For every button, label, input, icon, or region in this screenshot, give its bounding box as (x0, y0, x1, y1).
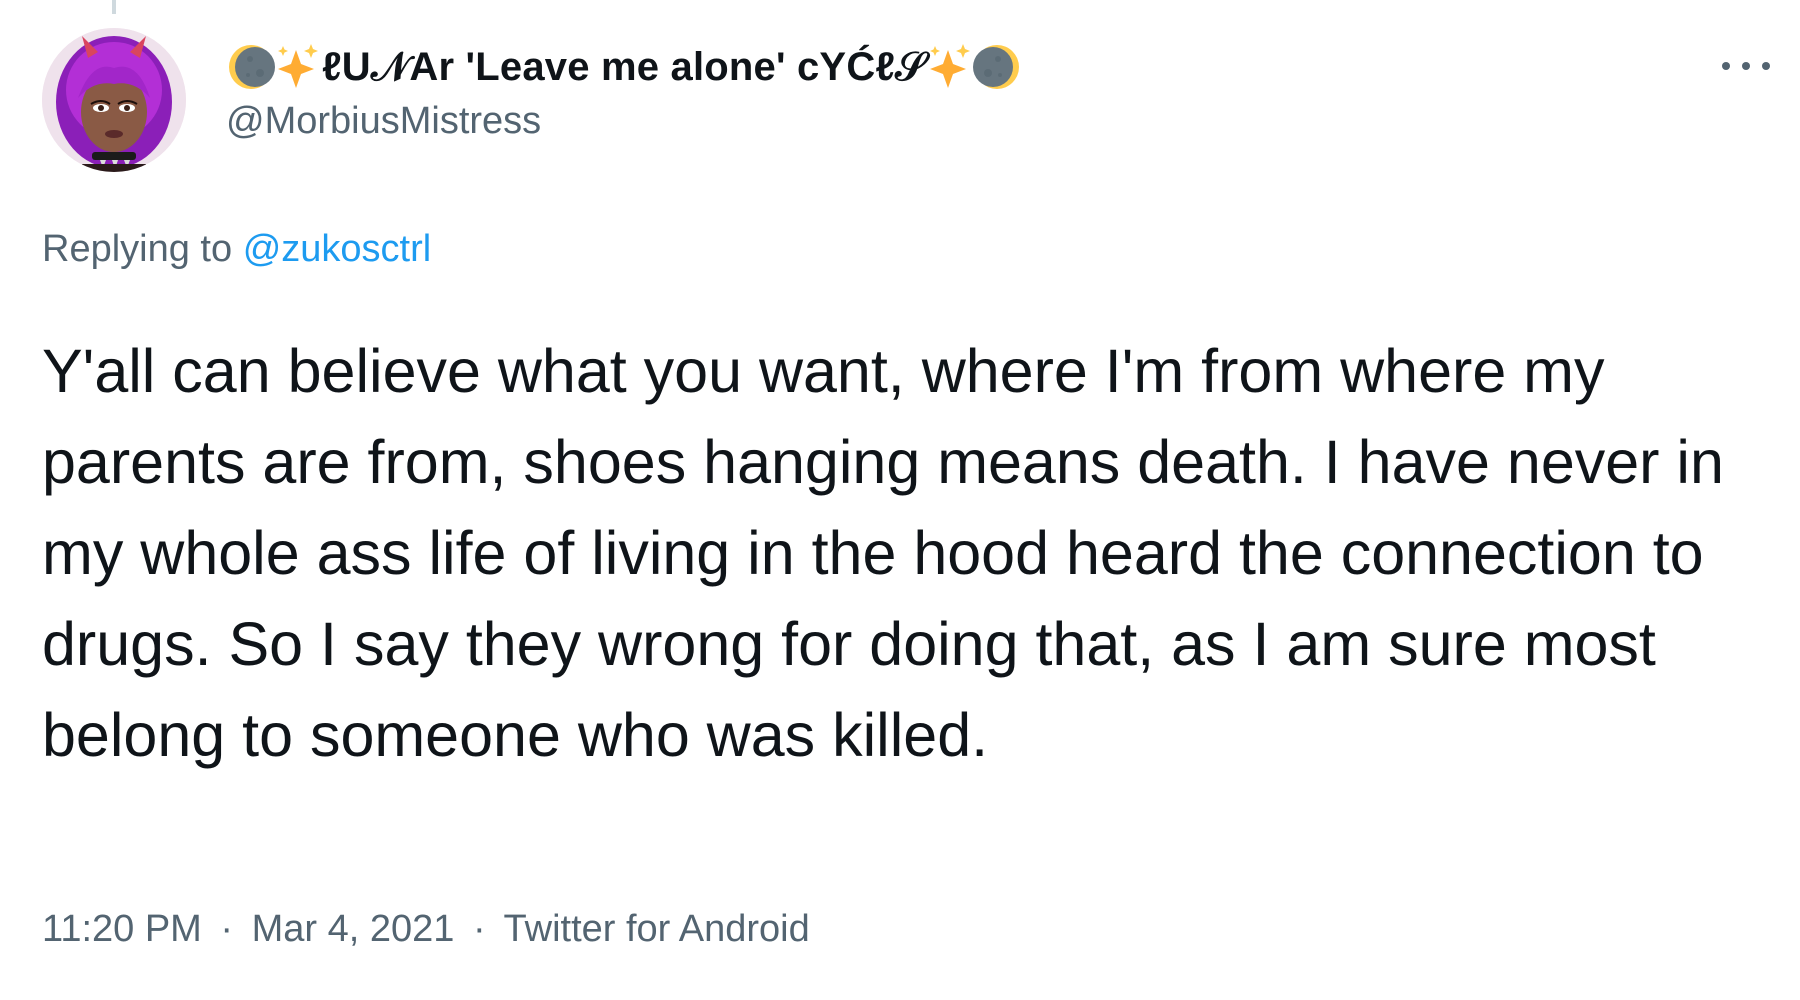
tweet-source[interactable]: Twitter for Android (504, 908, 810, 950)
more-dot (1722, 62, 1730, 70)
tweet-metadata: 11:20 PM · Mar 4, 2021 · Twitter for And… (42, 908, 810, 951)
sparkles-emoji (276, 42, 320, 92)
crescent-moon-emoji (972, 42, 1022, 92)
tweet-date[interactable]: Mar 4, 2021 (252, 908, 455, 950)
more-options-icon[interactable] (1718, 44, 1774, 88)
tweet-text: Y'all can believe what you want, where I… (42, 337, 1724, 769)
crescent-moon-emoji (226, 42, 276, 92)
author-handle[interactable]: @MorbiusMistress (226, 100, 541, 143)
more-dot (1762, 62, 1770, 70)
replying-to: Replying to @zukosctrl (42, 228, 431, 271)
author-display-name[interactable]: ℓU𝒩Ar 'Leave me alone' cYĆℓ𝒮 (320, 45, 928, 90)
replying-to-handle-link[interactable]: @zukosctrl (243, 228, 432, 270)
author-name-row[interactable]: ℓU𝒩Ar 'Leave me alone' cYĆℓ𝒮 (226, 34, 1022, 100)
more-dot (1742, 62, 1750, 70)
tweet-time[interactable]: 11:20 PM (42, 908, 202, 950)
sparkles-emoji (928, 42, 972, 92)
replying-to-label: Replying to (42, 228, 233, 270)
avatar[interactable] (42, 28, 186, 172)
tweet: ℓU𝒩Ar 'Leave me alone' cYĆℓ𝒮 @MorbiusMis… (0, 0, 1800, 1000)
separator: · (472, 908, 486, 950)
separator: · (220, 908, 234, 950)
